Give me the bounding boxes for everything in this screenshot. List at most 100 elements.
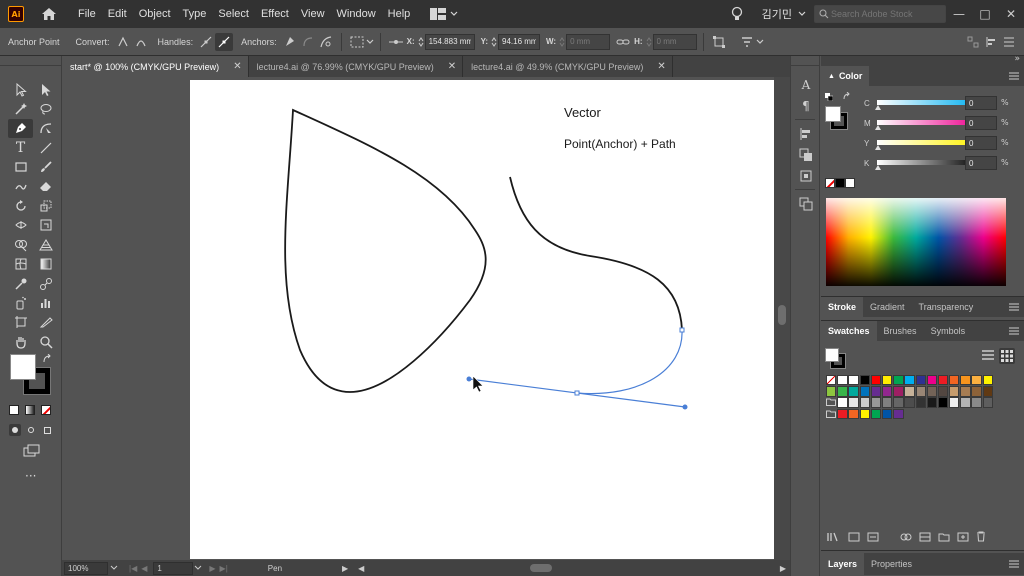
scroll-thumb[interactable]: [530, 564, 553, 572]
color-swatch[interactable]: [937, 386, 949, 397]
color-swatch[interactable]: [960, 397, 971, 408]
color-swatch[interactable]: [949, 397, 960, 408]
color-swatch[interactable]: [971, 375, 982, 386]
gradient-tool-icon[interactable]: [33, 255, 58, 274]
prev-artboard-icon[interactable]: ◀: [141, 564, 147, 573]
stock-search[interactable]: [814, 5, 946, 23]
color-swatch[interactable]: [982, 375, 994, 386]
color-swatch[interactable]: [870, 408, 882, 419]
color-swatch[interactable]: [848, 375, 859, 386]
close-button[interactable]: ✕: [998, 0, 1024, 28]
horizontal-scrollbar[interactable]: [370, 564, 774, 572]
pen-tool-icon[interactable]: [8, 118, 33, 139]
link-icon[interactable]: [614, 33, 632, 51]
color-swatch[interactable]: [859, 386, 870, 397]
artboard-number-field[interactable]: 1: [153, 561, 194, 575]
color-swatch[interactable]: [904, 386, 915, 397]
menu-select[interactable]: Select: [212, 0, 255, 28]
selected-segment[interactable]: [576, 329, 683, 395]
artboard-tool-icon[interactable]: [8, 313, 33, 332]
chevron-down-icon[interactable]: [109, 564, 119, 572]
color-swatch[interactable]: [893, 375, 904, 386]
more-tools-icon[interactable]: ···: [25, 469, 36, 483]
color-group-folder-icon[interactable]: [826, 397, 836, 407]
tab-layers[interactable]: Layers: [821, 553, 865, 575]
y-field[interactable]: [498, 33, 541, 50]
paragraph-panel-icon[interactable]: ¶: [791, 95, 821, 116]
color-swatch[interactable]: [870, 386, 882, 397]
transform-icon[interactable]: [710, 33, 728, 51]
color-swatch[interactable]: [881, 375, 893, 386]
color-swatch[interactable]: [870, 397, 882, 408]
vertical-scrollbar[interactable]: [774, 77, 790, 560]
user-name[interactable]: 김기민: [762, 6, 792, 22]
edit-colors-icon[interactable]: [919, 532, 931, 545]
reference-point-icon[interactable]: [387, 33, 405, 51]
none-swatch[interactable]: [826, 375, 837, 386]
control-menu-icon[interactable]: [1000, 33, 1018, 51]
color-swatch[interactable]: [826, 386, 837, 397]
color-swatch[interactable]: [937, 375, 949, 386]
tools-panel-header[interactable]: [0, 56, 61, 66]
color-swatch[interactable]: [893, 408, 904, 419]
dock-header[interactable]: [791, 56, 819, 66]
shaper-tool-icon[interactable]: [8, 177, 33, 196]
column-graph-tool-icon[interactable]: [33, 293, 58, 312]
color-mode-solid[interactable]: [9, 405, 19, 415]
lasso-tool-icon[interactable]: [33, 99, 58, 118]
convert-smooth-icon[interactable]: [132, 33, 150, 51]
color-swatch[interactable]: [837, 386, 848, 397]
black-value[interactable]: [965, 156, 997, 170]
tab-transparency[interactable]: Transparency: [912, 297, 981, 317]
scroll-thumb[interactable]: [778, 305, 786, 325]
color-swatch[interactable]: [904, 375, 915, 386]
screen-mode-icon[interactable]: [23, 444, 41, 458]
tab-symbols[interactable]: Symbols: [924, 321, 973, 341]
swatch-options-icon[interactable]: [867, 532, 879, 545]
direct-selection-tool-icon[interactable]: [33, 80, 58, 99]
color-swatch[interactable]: [982, 397, 994, 408]
color-swatch[interactable]: [859, 375, 870, 386]
panel-header-bar[interactable]: »: [821, 54, 1024, 66]
tab-gradient[interactable]: Gradient: [863, 297, 912, 317]
cyan-value[interactable]: [965, 96, 997, 110]
color-swatch[interactable]: [848, 397, 859, 408]
color-swatch[interactable]: [949, 386, 960, 397]
connect-anchors-icon[interactable]: [299, 33, 317, 51]
search-input[interactable]: [831, 9, 941, 19]
menu-effect[interactable]: Effect: [255, 0, 295, 28]
selection-tool-icon[interactable]: [8, 80, 33, 99]
color-swatch[interactable]: [915, 375, 926, 386]
panel-menu-icon[interactable]: [1004, 321, 1024, 341]
black-knob[interactable]: [875, 165, 881, 170]
w-field[interactable]: [566, 33, 611, 50]
color-group-folder-icon[interactable]: [826, 409, 836, 419]
x-field[interactable]: [424, 33, 475, 50]
chevron-down-icon[interactable]: [366, 39, 374, 45]
color-swatch[interactable]: [926, 397, 938, 408]
color-mode-gradient[interactable]: [25, 405, 35, 415]
line-tool-icon[interactable]: [33, 138, 58, 157]
h-field[interactable]: [652, 33, 697, 50]
color-swatch[interactable]: [937, 397, 949, 408]
color-swatch[interactable]: [859, 408, 870, 419]
menu-file[interactable]: File: [72, 0, 102, 28]
workspace-switcher[interactable]: [430, 8, 458, 20]
cut-path-icon[interactable]: [317, 33, 335, 51]
curve-path[interactable]: [509, 176, 683, 331]
magenta-knob[interactable]: [875, 125, 881, 130]
none-swatch[interactable]: [825, 178, 835, 188]
zoom-field[interactable]: 100%: [64, 561, 108, 575]
tab-swatches[interactable]: Swatches: [821, 321, 877, 341]
next-artboard-icon[interactable]: ▶: [209, 564, 215, 573]
color-mode-none[interactable]: [41, 405, 51, 415]
blend-tool-icon[interactable]: [33, 274, 58, 293]
yellow-knob[interactable]: [875, 145, 881, 150]
eyedropper-tool-icon[interactable]: [8, 274, 33, 293]
panel-menu-icon[interactable]: [1004, 553, 1024, 575]
align-panel-icon[interactable]: [791, 123, 821, 144]
free-transform-tool-icon[interactable]: [33, 216, 58, 235]
color-swatch[interactable]: [859, 397, 870, 408]
color-swatch[interactable]: [971, 397, 982, 408]
color-swatch[interactable]: [837, 375, 848, 386]
